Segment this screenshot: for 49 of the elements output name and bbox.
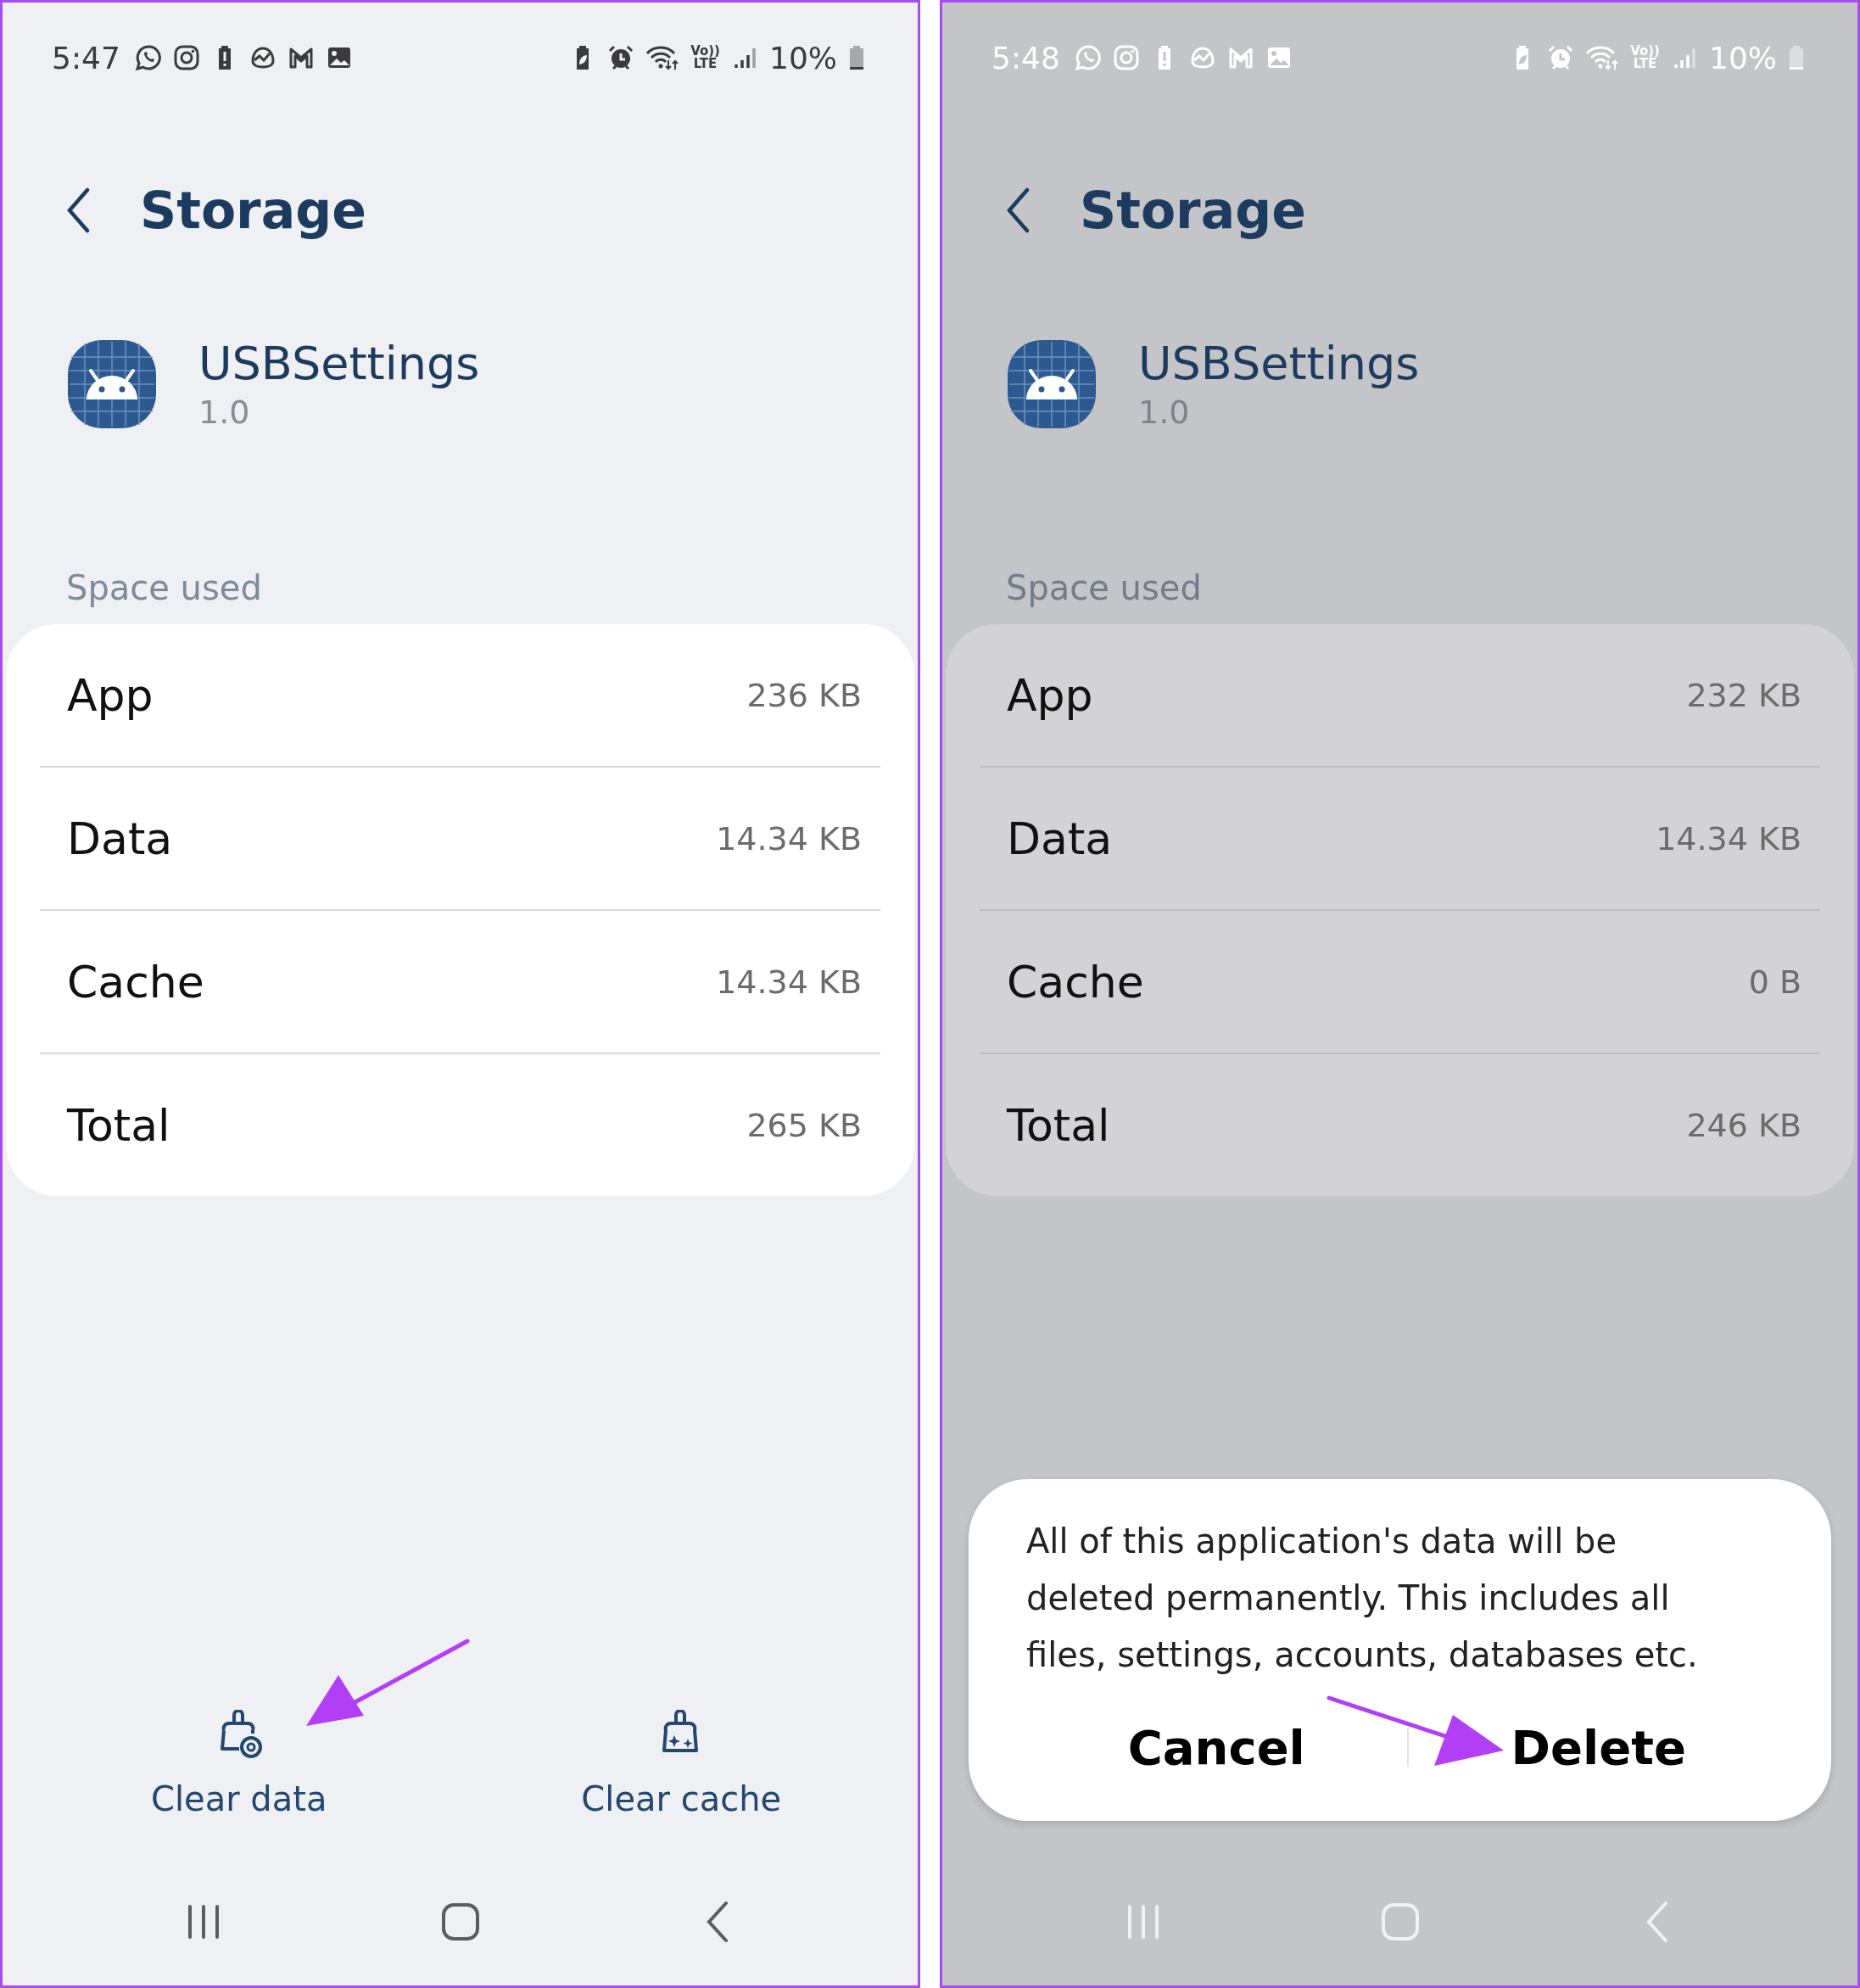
- network-type-label: Vo)) LTE: [1630, 45, 1660, 70]
- storage-label: App: [67, 669, 154, 721]
- storage-value: 14.34 KB: [1656, 819, 1801, 857]
- storage-value: 0 B: [1748, 963, 1801, 1001]
- battery-icon: [848, 44, 865, 71]
- battery-icon: [1788, 44, 1805, 71]
- storage-label: Cache: [1007, 956, 1144, 1008]
- battery-percent: 10%: [769, 40, 837, 75]
- storage-label: Total: [67, 1099, 170, 1151]
- storage-value: 14.34 KB: [716, 963, 862, 1001]
- status-time: 5:47: [52, 40, 120, 75]
- app-version: 1.0: [1138, 393, 1191, 433]
- action-button[interactable]: Clear cache: [581, 1710, 782, 1858]
- dialog-button[interactable]: Cancel: [1127, 1719, 1305, 1775]
- chat-bubble-icon: [1074, 44, 1102, 71]
- storage-value: 265 KB: [746, 1106, 862, 1144]
- wifi-icon: [645, 44, 680, 71]
- storage-value: 232 KB: [1686, 676, 1801, 714]
- storage-label: Data: [1007, 813, 1113, 864]
- wifi-icon: [1585, 44, 1620, 71]
- storage-label: Cache: [67, 956, 204, 1008]
- battery-percent: 10%: [1709, 40, 1777, 75]
- dialog-message: All of this application's data will be deleted permanently. This includes all files, settings, accounts, databases etc.: [1026, 1521, 1699, 1676]
- back-button[interactable]: [65, 187, 91, 234]
- status-time: 5:48: [991, 40, 1060, 75]
- storage-label: Total: [1007, 1099, 1110, 1151]
- chat-bubble-icon: [134, 44, 162, 71]
- android-app-icon: [1008, 340, 1096, 428]
- alarm-icon: [1547, 44, 1575, 71]
- back-button[interactable]: [1005, 187, 1031, 234]
- app-version: 1.0: [198, 393, 251, 433]
- app-name: USBSettings: [198, 336, 480, 392]
- page-title: Storage: [140, 181, 366, 240]
- camera-icon: [1112, 44, 1140, 71]
- storage-value: 246 KB: [1686, 1106, 1801, 1144]
- network-type-label: Vo)) LTE: [690, 45, 720, 70]
- storage-value: 14.34 KB: [716, 819, 862, 857]
- android-app-icon: [68, 340, 156, 428]
- section-label: Space used: [65, 567, 263, 609]
- action-button[interactable]: Clear data: [151, 1710, 327, 1858]
- storage-value: 236 KB: [746, 676, 862, 714]
- dialog-button[interactable]: Delete: [1511, 1719, 1686, 1775]
- storage-label: App: [1007, 669, 1093, 721]
- storage-label: Data: [67, 813, 173, 864]
- alarm-icon: [607, 44, 635, 71]
- camera-icon: [172, 44, 200, 71]
- app-name: USBSettings: [1138, 336, 1420, 392]
- page-title: Storage: [1080, 181, 1306, 240]
- section-label: Space used: [1005, 567, 1203, 609]
